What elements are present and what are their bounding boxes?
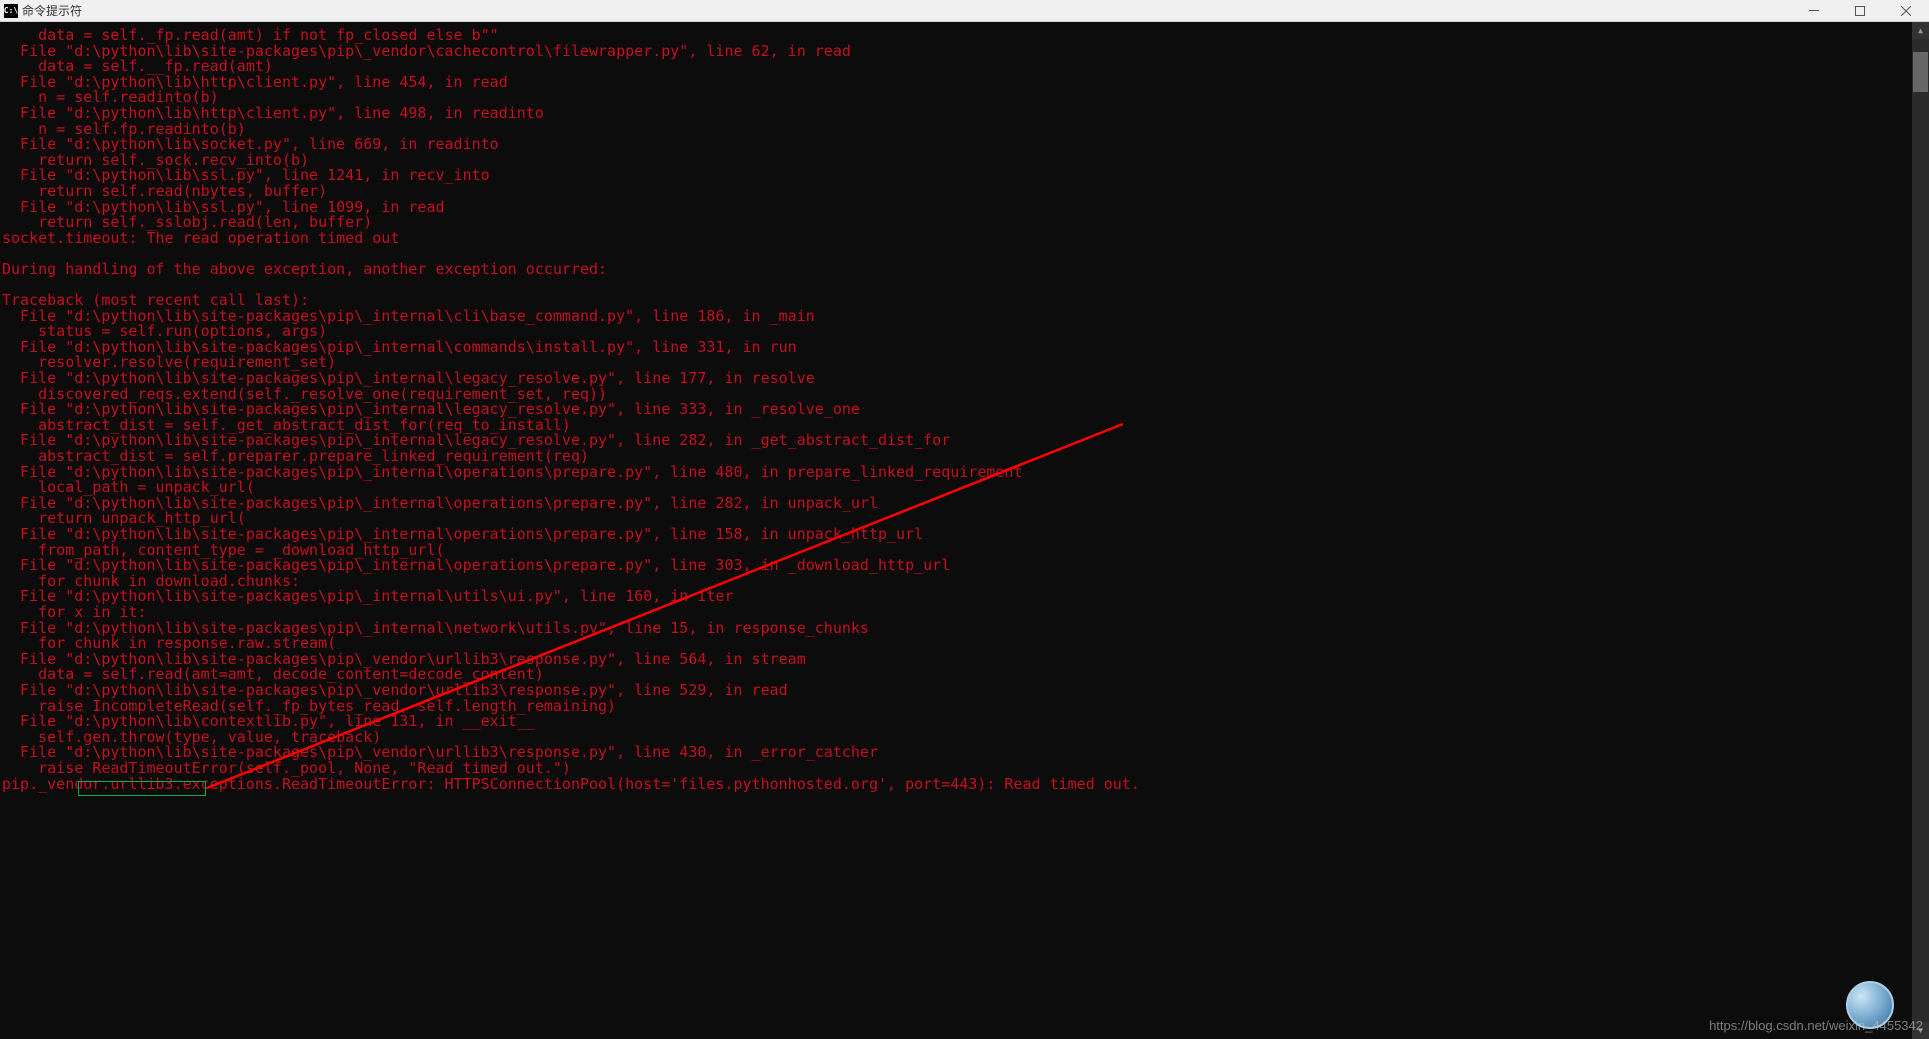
terminal-line: File "d:\python\lib\site-packages\pip\_i… bbox=[2, 496, 1929, 512]
cmd-icon: C:\ bbox=[4, 4, 18, 18]
terminal-line: File "d:\python\lib\site-packages\pip\_v… bbox=[2, 44, 1929, 60]
minimize-icon bbox=[1809, 10, 1819, 11]
terminal-line: socket.timeout: The read operation timed… bbox=[2, 231, 1929, 247]
terminal-output: data = self._fp.read(amt) if not fp_clos… bbox=[0, 22, 1929, 792]
maximize-icon bbox=[1855, 6, 1865, 16]
titlebar-left: C:\ 命令提示符 bbox=[4, 2, 82, 19]
terminal-line: During handling of the above exception, … bbox=[2, 262, 1929, 278]
scrollbar-track[interactable]: ▲ ▼ bbox=[1912, 22, 1929, 1039]
window-title: 命令提示符 bbox=[22, 2, 82, 19]
terminal-line: File "d:\python\lib\http\client.py", lin… bbox=[2, 106, 1929, 122]
terminal-area[interactable]: data = self._fp.read(amt) if not fp_clos… bbox=[0, 22, 1929, 1039]
terminal-line: pip._vendor.urllib3.exceptions.ReadTimeo… bbox=[2, 777, 1929, 793]
close-button[interactable] bbox=[1883, 0, 1929, 21]
window-controls bbox=[1791, 0, 1929, 21]
minimize-button[interactable] bbox=[1791, 0, 1837, 21]
scrollbar-up-arrow[interactable]: ▲ bbox=[1912, 22, 1929, 39]
scrollbar-thumb[interactable] bbox=[1913, 52, 1928, 92]
window-titlebar: C:\ 命令提示符 bbox=[0, 0, 1929, 22]
terminal-line: File "d:\python\lib\http\client.py", lin… bbox=[2, 75, 1929, 91]
close-icon bbox=[1901, 6, 1911, 16]
watermark: https://blog.csdn.net/weixin_4455342 bbox=[1709, 1018, 1923, 1033]
terminal-line: File "d:\python\lib\site-packages\pip\_i… bbox=[2, 589, 1929, 605]
maximize-button[interactable] bbox=[1837, 0, 1883, 21]
terminal-line: File "d:\python\lib\site-packages\pip\_i… bbox=[2, 465, 1929, 481]
